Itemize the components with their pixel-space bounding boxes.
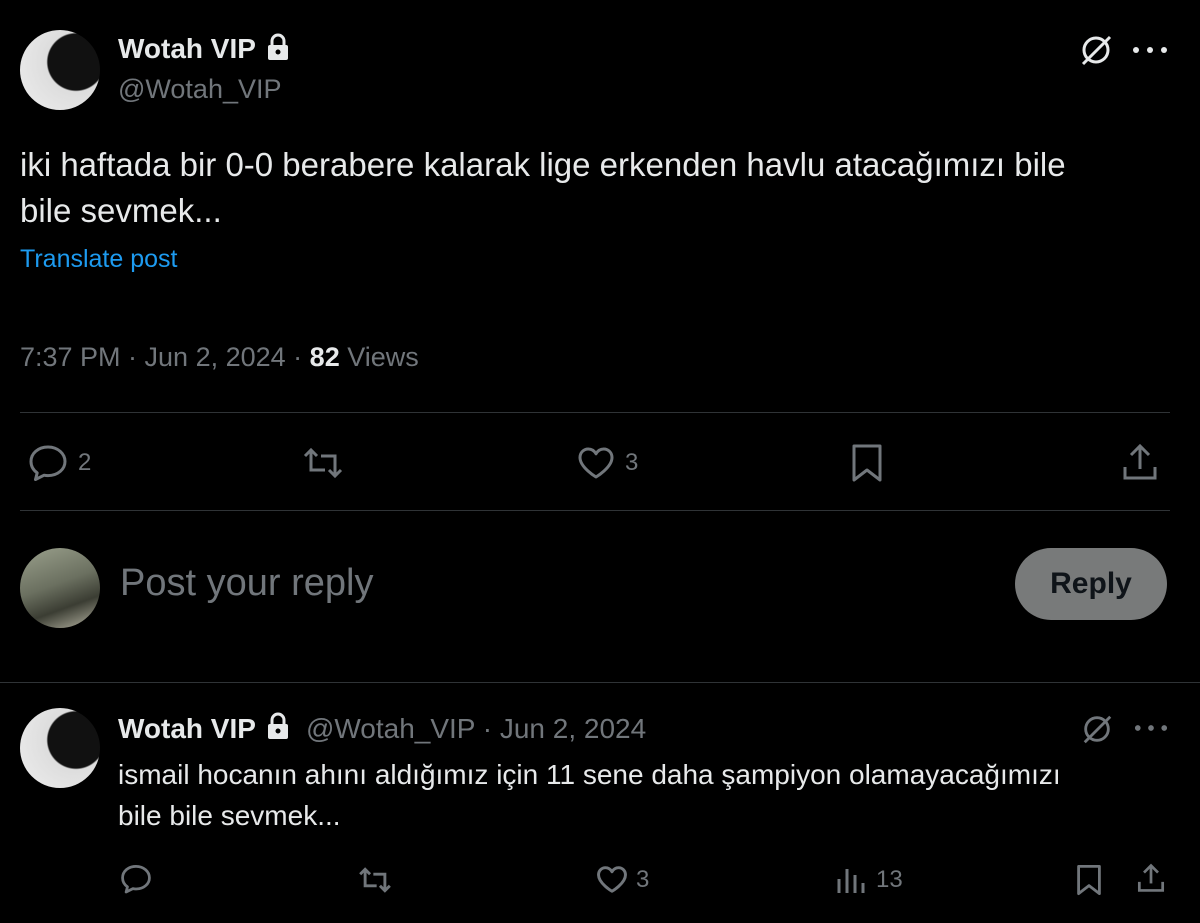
reply-meta[interactable]: @Wotah_VIP · Jun 2, 2024 xyxy=(306,713,646,745)
current-user-avatar[interactable] xyxy=(20,548,100,628)
heart-icon[interactable] xyxy=(596,865,628,894)
bookmark-icon[interactable] xyxy=(850,443,884,483)
post-text-line-1: iki haftada bir 0-0 berabere kalarak lig… xyxy=(20,146,1066,183)
translate-post-link[interactable]: Translate post xyxy=(20,245,177,274)
post-text-line-2: bile sevmek... xyxy=(20,192,222,229)
repost-icon[interactable] xyxy=(302,446,344,480)
reply-like-count: 3 xyxy=(636,865,650,893)
reply-button[interactable]: Reply xyxy=(1015,548,1167,620)
reply-like-action[interactable]: 3 xyxy=(596,865,649,894)
more-options-icon[interactable] xyxy=(1132,46,1168,54)
author-display-name[interactable]: Wotah VIP xyxy=(118,33,256,65)
repost-icon[interactable] xyxy=(357,866,393,894)
views-count: 82 xyxy=(309,342,340,372)
like-count: 3 xyxy=(625,449,639,476)
reply-author-avatar[interactable] xyxy=(20,708,100,788)
share-icon[interactable] xyxy=(1137,863,1165,893)
more-options-icon[interactable] xyxy=(1134,724,1168,732)
grok-icon[interactable] xyxy=(1078,32,1114,68)
reply-count: 2 xyxy=(78,449,92,476)
lock-icon xyxy=(266,33,290,66)
like-action[interactable]: 3 xyxy=(577,446,638,480)
reply-icon[interactable] xyxy=(120,864,152,894)
author-name-row[interactable]: Wotah VIP xyxy=(118,33,290,66)
reply-composer-input[interactable]: Post your reply xyxy=(120,562,373,605)
reply-header: Wotah VIP @Wotah_VIP · Jun 2, 2024 xyxy=(118,712,646,745)
heart-icon[interactable] xyxy=(577,446,615,480)
reply-author-name[interactable]: Wotah VIP xyxy=(118,713,256,745)
bookmark-action[interactable] xyxy=(850,443,884,483)
reply-action[interactable]: 2 xyxy=(28,444,91,482)
reply-text-line-2: bile bile sevmek... xyxy=(118,800,341,831)
author-avatar[interactable] xyxy=(20,30,100,110)
grok-icon[interactable] xyxy=(1080,712,1114,746)
reply-text-line-1: ismail hocanın ahını aldığımız için 11 s… xyxy=(118,759,1061,790)
views-label: Views xyxy=(339,342,419,372)
share-action[interactable] xyxy=(1122,443,1158,481)
analytics-icon[interactable] xyxy=(836,865,866,895)
divider xyxy=(20,510,1170,511)
reply-views-action[interactable]: 13 xyxy=(836,865,903,895)
reply-views-count: 13 xyxy=(876,866,903,893)
post-timestamp[interactable]: 7:37 PM · Jun 2, 2024 · xyxy=(20,342,310,372)
divider xyxy=(0,682,1200,683)
lock-icon xyxy=(266,712,290,745)
repost-action[interactable] xyxy=(302,446,344,480)
reply-icon[interactable] xyxy=(28,444,68,482)
share-icon[interactable] xyxy=(1122,443,1158,481)
divider xyxy=(20,412,1170,413)
author-handle[interactable]: @Wotah_VIP xyxy=(118,74,282,105)
bookmark-icon[interactable] xyxy=(1075,864,1103,896)
post-meta: 7:37 PM · Jun 2, 2024 · 82 Views xyxy=(20,342,419,373)
